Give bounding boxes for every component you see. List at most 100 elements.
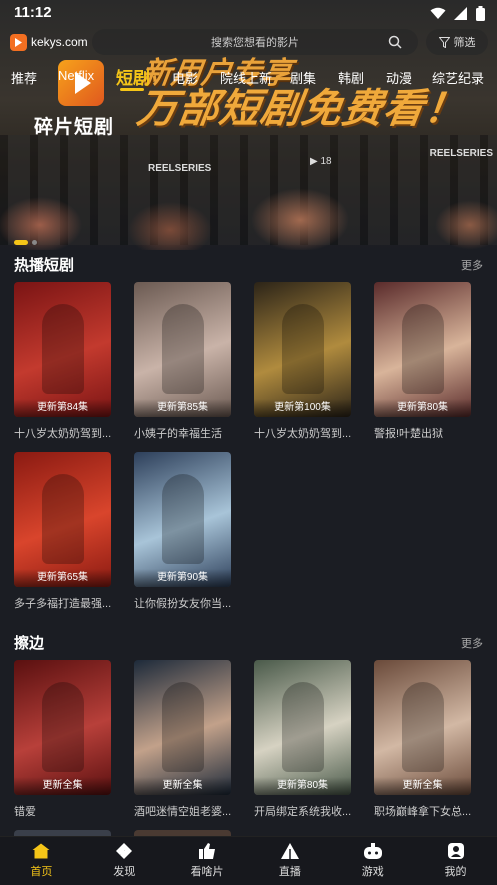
banner-caption: REELSERIES xyxy=(148,163,212,174)
poster-image[interactable]: 更新第84集 xyxy=(14,282,111,417)
drama-card[interactable]: 更新第84集十八岁太奶奶驾到... xyxy=(14,282,111,441)
wifi-icon xyxy=(430,7,446,19)
poster-figure xyxy=(42,682,84,772)
drama-card[interactable]: 更新第100集 十八岁太奶奶驾到... xyxy=(254,282,351,441)
gamepad-icon xyxy=(363,843,382,859)
active-tab-indicator xyxy=(120,88,144,91)
drama-title[interactable]: 让你假扮女友你当... xyxy=(134,595,231,611)
drama-card[interactable]: 更新全集职场巅峰拿下女总... xyxy=(374,660,471,819)
nav-live[interactable]: 直播 xyxy=(248,837,331,885)
category-tabs: 推荐 Netflix 短剧 电影 院线上新 剧集 韩剧 动漫 综艺纪录 xyxy=(0,64,497,94)
status-bar: 11:12 xyxy=(0,0,497,28)
poster-image[interactable]: 更新第65集 xyxy=(14,452,111,587)
poster-figure xyxy=(42,474,84,564)
nav-label: 首页 xyxy=(30,866,53,878)
drama-title[interactable]: 警报!叶楚出狱 xyxy=(374,425,471,441)
episode-badge: 更新全集 xyxy=(14,777,111,795)
filter-label: 筛选 xyxy=(453,37,476,49)
drama-title[interactable]: 酒吧迷情空姐老婆... xyxy=(134,803,231,819)
status-time: 11:12 xyxy=(14,4,52,21)
poster-image[interactable]: 更新第90集 xyxy=(134,452,231,587)
drama-card[interactable]: 更新全集 错爱 xyxy=(14,660,111,819)
poster-image[interactable]: 更新全集 xyxy=(134,660,231,795)
pagination-dot-active xyxy=(14,240,28,245)
tab-series[interactable]: 剧集 xyxy=(290,68,316,87)
section-more-edge[interactable]: 更多 xyxy=(461,635,483,651)
episode-badge: 更新第65集 xyxy=(14,569,111,587)
nav-profile[interactable]: 我的 xyxy=(414,837,497,885)
drama-card[interactable]: 更新第65集 多子多福打造最强... xyxy=(14,452,111,611)
poster-figure xyxy=(162,682,204,772)
drama-title[interactable]: 小姨子的幸福生活 xyxy=(134,425,231,441)
drama-title[interactable]: 十八岁太奶奶驾到... xyxy=(14,425,111,441)
live-icon xyxy=(280,843,299,859)
search-placeholder: 搜索您想看的影片 xyxy=(211,37,299,49)
poster-figure xyxy=(402,304,444,394)
nav-watch-what[interactable]: 看啥片 xyxy=(166,837,249,885)
poster-image[interactable]: 更新第100集 xyxy=(254,282,351,417)
battery-icon xyxy=(476,6,485,21)
site-logo-icon xyxy=(10,33,27,51)
section-title-hot: 热播短剧 xyxy=(14,257,75,274)
drama-card[interactable]: 更新第90集 让你假扮女友你当... xyxy=(134,452,231,611)
section-title-edge: 擦边 xyxy=(14,635,45,652)
tab-netflix[interactable]: Netflix xyxy=(58,68,94,83)
tab-short-drama[interactable]: 短剧 xyxy=(116,64,150,89)
top-bar: kekys.com 搜索您想看的影片 筛选 xyxy=(8,29,489,55)
poster-figure xyxy=(42,304,84,394)
tab-kdrama[interactable]: 韩剧 xyxy=(338,68,364,87)
search-input[interactable]: 搜索您想看的影片 xyxy=(92,29,418,55)
nav-label: 我的 xyxy=(444,866,467,878)
bottom-nav: 首页 发现 看啥片 直播 游戏 我的 xyxy=(0,836,497,885)
poster-image[interactable]: 更新第80集 xyxy=(254,660,351,795)
home-icon xyxy=(32,843,50,859)
drama-card[interactable]: 更新第85集小姨子的幸福生活 xyxy=(134,282,231,441)
tab-anime[interactable]: 动漫 xyxy=(386,68,412,87)
profile-icon xyxy=(447,843,464,859)
poster-image[interactable]: 更新全集 xyxy=(14,660,111,795)
poster-figure xyxy=(282,682,324,772)
drama-title[interactable]: 多子多福打造最强... xyxy=(14,595,111,611)
pagination-dot xyxy=(32,240,37,245)
status-icons xyxy=(430,6,485,21)
drama-title[interactable]: 职场巅峰拿下女总... xyxy=(374,803,471,819)
episode-badge: 更新全集 xyxy=(374,777,471,795)
nav-home[interactable]: 首页 xyxy=(0,837,83,885)
nav-label: 直播 xyxy=(278,866,301,878)
episode-badge: 更新全集 xyxy=(134,777,231,795)
drama-card[interactable]: 更新全集酒吧迷情空姐老婆... xyxy=(134,660,231,819)
banner-caption-right: REELSERIES xyxy=(429,148,493,159)
episode-badge: 更新第90集 xyxy=(134,569,231,587)
tab-variety[interactable]: 综艺纪录 xyxy=(432,68,484,87)
search-icon[interactable] xyxy=(388,35,402,49)
poster-image[interactable]: 更新第80集 xyxy=(374,282,471,417)
episode-badge: 更新第80集 xyxy=(374,399,471,417)
banner-artwork xyxy=(0,175,497,250)
tab-movies[interactable]: 电影 xyxy=(172,68,198,87)
filter-button[interactable]: 筛选 xyxy=(426,29,488,55)
drama-title[interactable]: 错爱 xyxy=(14,803,111,819)
tab-recommend[interactable]: 推荐 xyxy=(11,68,37,87)
nav-discover[interactable]: 发现 xyxy=(83,837,166,885)
banner-count: ▶ 18 xyxy=(310,156,332,167)
drama-title[interactable]: 十八岁太奶奶驾到... xyxy=(254,425,351,441)
filter-icon xyxy=(438,36,450,48)
drama-card[interactable]: 更新第80集开局绑定系统我收... xyxy=(254,660,351,819)
banner-logo-text: 碎片短剧 xyxy=(34,117,115,138)
nav-label: 游戏 xyxy=(361,866,384,878)
discover-icon xyxy=(116,843,133,859)
tab-new-releases[interactable]: 院线上新 xyxy=(220,68,272,87)
poster-figure xyxy=(402,682,444,772)
poster-image[interactable]: 更新第85集 xyxy=(134,282,231,417)
site-domain: kekys.com xyxy=(31,35,88,49)
episode-badge: 更新第100集 xyxy=(254,399,351,417)
nav-games[interactable]: 游戏 xyxy=(331,837,414,885)
drama-title[interactable]: 开局绑定系统我收... xyxy=(254,803,351,819)
section-more-hot[interactable]: 更多 xyxy=(461,257,483,273)
poster-figure xyxy=(282,304,324,394)
poster-image[interactable]: 更新全集 xyxy=(374,660,471,795)
nav-label: 发现 xyxy=(113,866,136,878)
poster-figure xyxy=(162,304,204,394)
drama-card[interactable]: 更新第80集 警报!叶楚出狱 xyxy=(374,282,471,441)
site-badge[interactable]: kekys.com xyxy=(10,29,88,55)
